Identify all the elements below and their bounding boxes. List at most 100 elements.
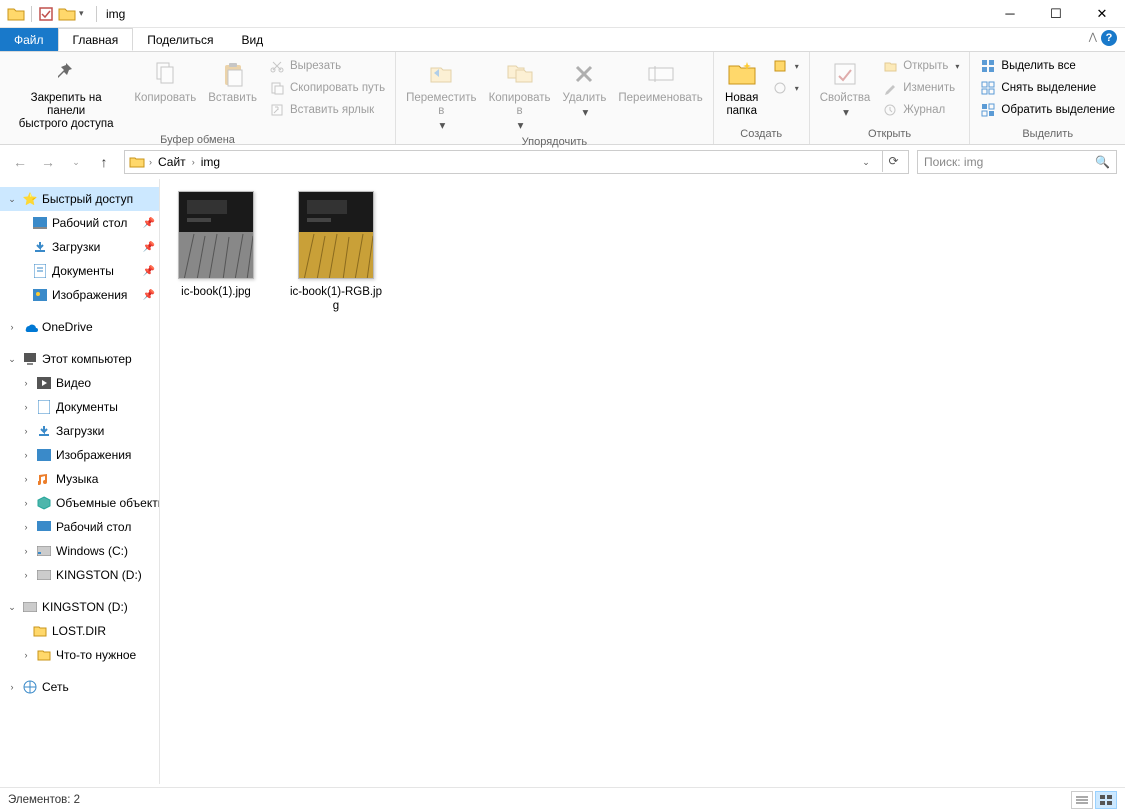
- file-thumbnail: [178, 191, 254, 279]
- selectall-button[interactable]: Выделить все: [976, 56, 1119, 76]
- copy-button[interactable]: Копировать: [130, 54, 200, 105]
- file-name: ic-book(1).jpg: [181, 285, 251, 299]
- minimize-button[interactable]: ─: [987, 0, 1033, 28]
- tree-onedrive[interactable]: ›OneDrive: [0, 315, 159, 339]
- address-bar[interactable]: › Сайт › img ⌄ ⟳: [124, 150, 909, 174]
- copypath-icon: [269, 80, 285, 96]
- document-icon: [32, 263, 48, 279]
- newfolder-button[interactable]: Новая папка: [720, 54, 764, 118]
- tree-kingstond[interactable]: ›KINGSTON (D:): [0, 563, 159, 587]
- tree-lostdir[interactable]: LOST.DIR: [0, 619, 159, 643]
- tree-downloads2[interactable]: ›Загрузки: [0, 419, 159, 443]
- tree-documents[interactable]: Документы📌: [0, 259, 159, 283]
- up-button[interactable]: ↑: [92, 150, 116, 174]
- copyto-button[interactable]: Копировать в▾: [485, 54, 555, 134]
- address-dropdown[interactable]: ⌄: [854, 150, 878, 174]
- back-button[interactable]: ←: [8, 150, 32, 174]
- usb-icon: [36, 567, 52, 583]
- newitem-button[interactable]: ▾: [768, 56, 803, 76]
- tree-desktop[interactable]: Рабочий стол📌: [0, 211, 159, 235]
- pasteshortcut-button[interactable]: Вставить ярлык: [265, 100, 389, 120]
- tree-documents2[interactable]: ›Документы: [0, 395, 159, 419]
- refresh-button[interactable]: ⟳: [882, 150, 904, 172]
- open-button[interactable]: Открыть▾: [878, 56, 963, 76]
- pin-icon: 📌: [143, 218, 155, 229]
- forward-button[interactable]: →: [36, 150, 60, 174]
- navigation-row: ← → ⌄ ↑ › Сайт › img ⌄ ⟳ Поиск: img 🔍: [0, 145, 1125, 179]
- copypath-button[interactable]: Скопировать путь: [265, 78, 389, 98]
- download-icon: [32, 239, 48, 255]
- tree-desktop2[interactable]: ›Рабочий стол: [0, 515, 159, 539]
- pin-icon: 📌: [143, 242, 155, 253]
- edit-icon: [882, 80, 898, 96]
- group-new-label: Создать: [720, 126, 803, 144]
- tab-share[interactable]: Поделиться: [133, 28, 227, 51]
- selectnone-button[interactable]: Снять выделение: [976, 78, 1119, 98]
- recent-dropdown[interactable]: ⌄: [64, 150, 88, 174]
- tree-video[interactable]: ›Видео: [0, 371, 159, 395]
- pin-quickaccess-button[interactable]: Закрепить на панели быстрого доступа: [6, 54, 126, 132]
- close-button[interactable]: ✕: [1079, 0, 1125, 28]
- tree-windowsc[interactable]: ›Windows (C:): [0, 539, 159, 563]
- tree-thispc[interactable]: ⌄Этот компьютер: [0, 347, 159, 371]
- history-button[interactable]: Журнал: [878, 100, 963, 120]
- shortcut-icon: [269, 102, 285, 118]
- search-input[interactable]: Поиск: img 🔍: [917, 150, 1117, 174]
- network-icon: [22, 679, 38, 695]
- window-title: img: [106, 7, 125, 21]
- newfolder-icon: [726, 58, 758, 90]
- tree-network[interactable]: ›Сеть: [0, 675, 159, 699]
- pictures-icon: [32, 287, 48, 303]
- app-folder-icon: [6, 3, 26, 25]
- tree-kingstond2[interactable]: ⌄KINGSTON (D:): [0, 595, 159, 619]
- group-organize-label: Упорядочить: [402, 134, 707, 152]
- maximize-button[interactable]: ☐: [1033, 0, 1079, 28]
- qat-newfolder-icon[interactable]: [57, 3, 77, 25]
- qat-properties-icon[interactable]: [37, 5, 55, 23]
- pc-icon: [22, 351, 38, 367]
- video-icon: [36, 375, 52, 391]
- properties-button[interactable]: Свойства▾: [816, 54, 875, 120]
- tree-pictures2[interactable]: ›Изображения: [0, 443, 159, 467]
- folder-icon: [32, 623, 48, 639]
- cut-button[interactable]: Вырезать: [265, 56, 389, 76]
- tree-3dobjects[interactable]: ›Объемные объекты: [0, 491, 159, 515]
- easyaccess-button[interactable]: ▾: [768, 78, 803, 98]
- invert-button[interactable]: Обратить выделение: [976, 100, 1119, 120]
- delete-button[interactable]: Удалить▾: [558, 54, 610, 120]
- nav-tree[interactable]: ⌄⭐Быстрый доступ Рабочий стол📌 Загрузки📌…: [0, 179, 160, 784]
- view-thumbnails-button[interactable]: [1095, 791, 1117, 809]
- file-item[interactable]: ic-book(1).jpg: [168, 191, 264, 299]
- tree-downloads[interactable]: Загрузки📌: [0, 235, 159, 259]
- moveto-button[interactable]: Переместить в▾: [402, 54, 480, 134]
- tree-pictures[interactable]: Изображения📌: [0, 283, 159, 307]
- paste-button[interactable]: Вставить: [204, 54, 261, 105]
- pin-icon: 📌: [143, 266, 155, 277]
- tree-quickaccess[interactable]: ⌄⭐Быстрый доступ: [0, 187, 159, 211]
- ribbon-tabs: Файл Главная Поделиться Вид ⋀ ?: [0, 28, 1125, 52]
- tree-something[interactable]: ›Что-то нужное: [0, 643, 159, 667]
- tab-file[interactable]: Файл: [0, 28, 58, 51]
- breadcrumb[interactable]: Сайт: [156, 155, 188, 169]
- collapse-ribbon-icon[interactable]: ⋀: [1089, 32, 1097, 43]
- rename-button[interactable]: Переименовать: [614, 54, 706, 105]
- tab-view[interactable]: Вид: [227, 28, 277, 51]
- qat-dropdown-icon[interactable]: ▾: [79, 8, 91, 19]
- breadcrumb[interactable]: img: [199, 155, 222, 169]
- copy-icon: [149, 58, 181, 90]
- desktop-icon: [36, 519, 52, 535]
- search-icon: 🔍: [1095, 155, 1110, 169]
- help-icon[interactable]: ?: [1101, 30, 1117, 46]
- download-icon: [36, 423, 52, 439]
- edit-button[interactable]: Изменить: [878, 78, 963, 98]
- view-details-button[interactable]: [1071, 791, 1093, 809]
- document-icon: [36, 399, 52, 415]
- file-list[interactable]: ic-book(1).jpg ic-book(1)-RGB.jpg: [160, 179, 1125, 784]
- star-icon: ⭐: [22, 191, 38, 207]
- music-icon: [36, 471, 52, 487]
- file-item[interactable]: ic-book(1)-RGB.jpg: [288, 191, 384, 314]
- tree-music[interactable]: ›Музыка: [0, 467, 159, 491]
- ribbon: Закрепить на панели быстрого доступа Коп…: [0, 52, 1125, 145]
- tab-home[interactable]: Главная: [58, 28, 134, 51]
- open-icon: [882, 58, 898, 74]
